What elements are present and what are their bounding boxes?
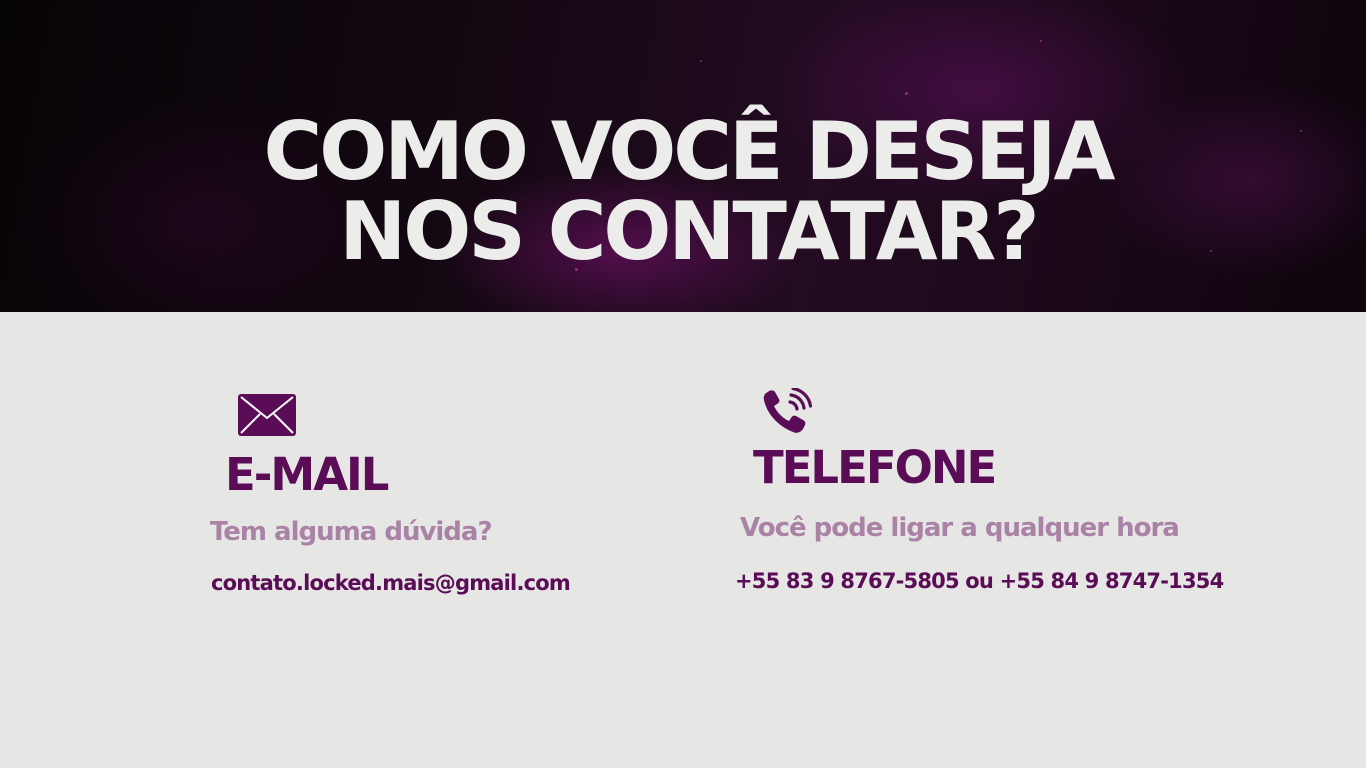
hero-speck: [700, 60, 702, 62]
email-heading: E-MAIL: [225, 448, 389, 501]
email-address-link[interactable]: contato.locked.mais@gmail.com: [211, 569, 571, 597]
phone-ringing-icon: [763, 388, 812, 433]
hero-speck: [1040, 40, 1042, 42]
envelope-icon: [238, 394, 296, 436]
phone-numbers-link[interactable]: +55 83 9 8767-5805 ou +55 84 9 8747-1354: [735, 567, 1224, 595]
page-title: COMO VOCÊ DESEJA NOS CONTATAR?: [0, 112, 1366, 272]
page-title-line-2: NOS CONTATAR?: [339, 185, 1039, 278]
hero-speck: [905, 92, 908, 95]
phone-subtitle: Você pode ligar a qualquer hora: [740, 513, 1180, 543]
email-subtitle: Tem alguma dúvida?: [210, 517, 493, 547]
hero-banner: COMO VOCÊ DESEJA NOS CONTATAR?: [0, 0, 1366, 312]
phone-heading: TELEFONE: [753, 441, 997, 494]
page-title-line-1: COMO VOCÊ DESEJA: [263, 105, 1116, 198]
